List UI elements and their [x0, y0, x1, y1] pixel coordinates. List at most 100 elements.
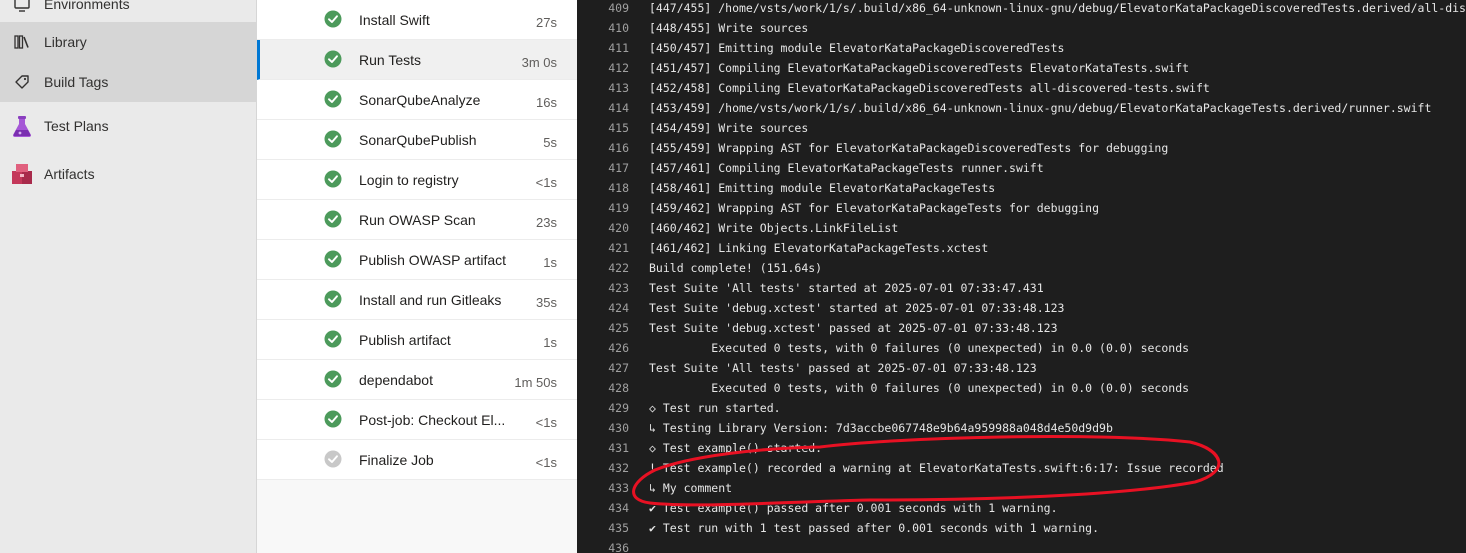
- nav-label-library: Library: [44, 34, 87, 50]
- library-icon: [10, 30, 34, 54]
- log-line: 433 ↳ My comment: [577, 478, 1466, 498]
- log-line: 411 [450/457] Emitting module ElevatorKat…: [577, 38, 1466, 58]
- step-row-install-swift[interactable]: Install Swift 27s: [257, 0, 577, 40]
- log-line-text: [453/459] /home/vsts/work/1/s/.build/x86…: [649, 101, 1432, 115]
- step-duration: 1s: [543, 335, 557, 350]
- step-row-install-and-run-gitleaks[interactable]: Install and run Gitleaks 35s: [257, 280, 577, 320]
- step-row-login-to-registry[interactable]: Login to registry <1s: [257, 160, 577, 200]
- log-line-text: Test Suite 'All tests' started at 2025-0…: [649, 281, 1044, 295]
- step-label: Install and run Gitleaks: [359, 292, 502, 308]
- log-line-text: Build complete! (151.64s): [649, 261, 823, 275]
- success-check-icon: [324, 170, 342, 188]
- step-row-post-job-checkout-el[interactable]: Post-job: Checkout El... <1s: [257, 400, 577, 440]
- success-check-icon: [324, 90, 342, 108]
- nav-label-test-plans: Test Plans: [44, 118, 109, 134]
- log-line-number: 417: [608, 161, 629, 175]
- log-line: 424 Test Suite 'debug.xctest' started at …: [577, 298, 1466, 318]
- step-duration: 5s: [543, 135, 557, 150]
- log-line-number: 418: [608, 181, 629, 195]
- log-line: 430 ↳ Testing Library Version: 7d3accbe06…: [577, 418, 1466, 438]
- log-line: 420 [460/462] Write Objects.LinkFileList: [577, 218, 1466, 238]
- log-line-number: 431: [608, 441, 629, 455]
- log-line-text: ↳ My comment: [649, 481, 733, 495]
- log-line-number: 435: [608, 521, 629, 535]
- log-line: 431 ◇ Test example() started.: [577, 438, 1466, 458]
- step-label: SonarQubePublish: [359, 132, 477, 148]
- log-line-text: [450/457] Emitting module ElevatorKataPa…: [649, 41, 1065, 55]
- log-line-text: [452/458] Compiling ElevatorKataPackageD…: [649, 81, 1210, 95]
- success-check-icon: [324, 210, 342, 228]
- step-label: dependabot: [359, 372, 433, 388]
- nav-item-environments[interactable]: Environments: [0, 0, 256, 24]
- step-row-sonarqubepublish[interactable]: SonarQubePublish 5s: [257, 120, 577, 160]
- log-line-text: Test Suite 'debug.xctest' passed at 2025…: [649, 321, 1058, 335]
- test-plans-icon: [10, 114, 34, 138]
- success-check-icon: [324, 370, 342, 388]
- nav-label-artifacts: Artifacts: [44, 166, 95, 182]
- nav-item-build-tags[interactable]: Build Tags: [0, 62, 256, 102]
- log-line-number: 409: [608, 1, 629, 15]
- log-line-number: 413: [608, 81, 629, 95]
- log-line: 410 [448/455] Write sources: [577, 18, 1466, 38]
- step-duration: 23s: [536, 215, 557, 230]
- pending-check-icon: [324, 450, 342, 468]
- step-duration: 35s: [536, 295, 557, 310]
- step-label: Run Tests: [359, 52, 421, 68]
- log-line: 428 Executed 0 tests, with 0 failures (0…: [577, 378, 1466, 398]
- log-line-number: 430: [608, 421, 629, 435]
- log-line-text: [457/461] Compiling ElevatorKataPackageT…: [649, 161, 1044, 175]
- step-label: Publish OWASP artifact: [359, 252, 507, 268]
- step-duration: 27s: [536, 15, 557, 30]
- nav-item-test-plans[interactable]: Test Plans: [0, 106, 256, 146]
- step-label: Install Swift: [359, 12, 430, 28]
- environments-icon: [10, 0, 34, 16]
- log-line: 426 Executed 0 tests, with 0 failures (0…: [577, 338, 1466, 358]
- log-line-number: 425: [608, 321, 629, 335]
- log-line-number: 420: [608, 221, 629, 235]
- success-check-icon: [324, 50, 342, 68]
- success-check-icon: [324, 10, 342, 28]
- log-line-number: 434: [608, 501, 629, 515]
- log-line-number: 416: [608, 141, 629, 155]
- log-line-number: 436: [608, 541, 629, 553]
- log-line-text: ↳ Testing Library Version: 7d3accbe06774…: [649, 421, 1113, 435]
- step-label: Publish artifact: [359, 332, 451, 348]
- log-line-text: ✔ Test run with 1 test passed after 0.00…: [649, 521, 1100, 535]
- nav-label-build-tags: Build Tags: [44, 74, 109, 90]
- step-duration: <1s: [535, 415, 557, 430]
- log-line: 419 [459/462] Wrapping AST for ElevatorKa…: [577, 198, 1466, 218]
- step-label: Run OWASP Scan: [359, 212, 476, 228]
- success-check-icon: [324, 130, 342, 148]
- step-row-publish-artifact[interactable]: Publish artifact 1s: [257, 320, 577, 360]
- step-row-finalize-job[interactable]: Finalize Job <1s: [257, 440, 577, 480]
- log-line: 413 [452/458] Compiling ElevatorKataPacka…: [577, 78, 1466, 98]
- log-line: 435 ✔ Test run with 1 test passed after 0…: [577, 518, 1466, 538]
- log-line: 415 [454/459] Write sources: [577, 118, 1466, 138]
- step-row-run-tests[interactable]: Run Tests 3m 0s: [257, 40, 577, 80]
- log-line: 432 ! Test example() recorded a warning a…: [577, 458, 1466, 478]
- log-line-text: ✔ Test example() passed after 0.001 seco…: [649, 501, 1058, 515]
- log-line: 417 [457/461] Compiling ElevatorKataPacka…: [577, 158, 1466, 178]
- step-row-publish-owasp-artifact[interactable]: Publish OWASP artifact 1s: [257, 240, 577, 280]
- log-line-number: 432: [608, 461, 629, 475]
- log-line-text: ! Test example() recorded a warning at E…: [649, 461, 1224, 475]
- step-row-dependabot[interactable]: dependabot 1m 50s: [257, 360, 577, 400]
- step-row-sonarqubeanalyze[interactable]: SonarQubeAnalyze 16s: [257, 80, 577, 120]
- job-steps-panel: Install Swift 27s Run Tests 3m 0s SonarQubeA…: [257, 0, 577, 553]
- log-line-number: 421: [608, 241, 629, 255]
- log-line: 416 [455/459] Wrapping AST for ElevatorKa…: [577, 138, 1466, 158]
- log-line-number: 427: [608, 361, 629, 375]
- log-line-text: [459/462] Wrapping AST for ElevatorKataP…: [649, 201, 1100, 215]
- log-line-number: 422: [608, 261, 629, 275]
- step-duration: 1m 50s: [514, 375, 557, 390]
- log-line-text: [451/457] Compiling ElevatorKataPackageD…: [649, 61, 1190, 75]
- log-line-text: Test Suite 'All tests' passed at 2025-07…: [649, 361, 1037, 375]
- nav-item-library[interactable]: Library: [0, 22, 256, 62]
- log-line-number: 426: [608, 341, 629, 355]
- step-log-output[interactable]: 409 [447/455] /home/vsts/work/1/s/.build/…: [577, 0, 1466, 553]
- nav-item-artifacts[interactable]: Artifacts: [0, 154, 256, 194]
- step-label: Login to registry: [359, 172, 459, 188]
- project-navigation: Environments Library Build Tags Test Pla…: [0, 0, 257, 553]
- step-row-run-owasp-scan[interactable]: Run OWASP Scan 23s: [257, 200, 577, 240]
- tag-icon: [10, 70, 34, 94]
